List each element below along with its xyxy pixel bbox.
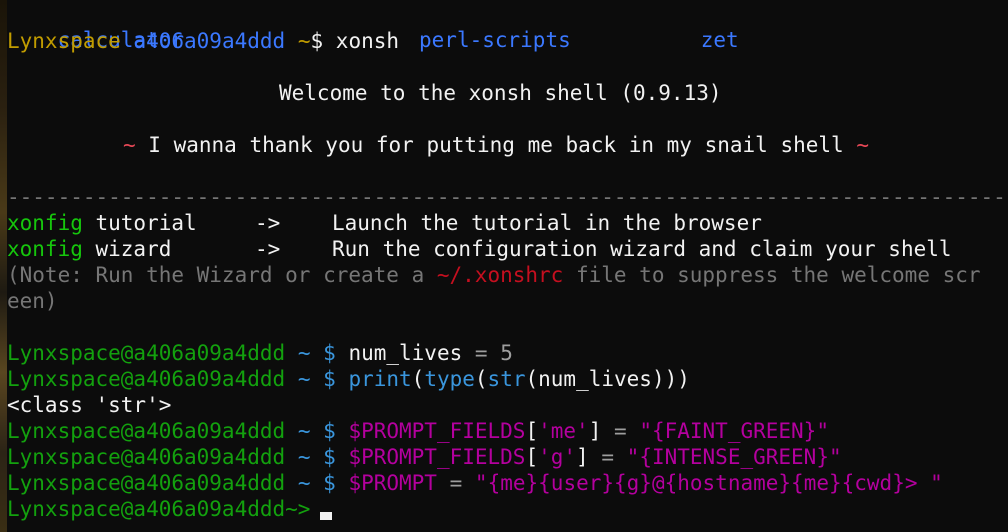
code-env-var: $PROMPT_FIELDS (348, 419, 526, 443)
prompt-tilde: ~ (297, 419, 311, 443)
code-string: > " (904, 471, 943, 495)
code-field: {me} (791, 471, 842, 495)
code-field: {me} (487, 471, 539, 495)
prompt-tilde: ~ (297, 29, 311, 53)
final-prompt: Lynxspace@a406a09a4ddd~> (7, 497, 311, 521)
prompt-user: Lynxspace (7, 29, 121, 53)
session-line: Lynxspace@a406a09a4ddd ~ $ $PROMPT_FIELD… (7, 445, 842, 469)
prompt-sign: $ (323, 419, 336, 443)
code-string: "{INTENSE_GREEN}" (626, 445, 842, 469)
tagline-tilde: ~ (123, 133, 136, 157)
help-command: xonfig (7, 211, 83, 235)
prompt-label: Lynxspace@a406a09a4ddd (7, 341, 286, 365)
prompt-tilde: ~ (297, 341, 311, 365)
code-field: {g} (614, 471, 652, 495)
command-output: <class 'str'> (7, 393, 172, 417)
code-builtin: print (348, 367, 412, 391)
code-env-var: $PROMPT_FIELDS (348, 445, 526, 469)
tagline-text: I wanna thank you for putting me back in… (135, 133, 857, 157)
code-field: {cwd} (841, 471, 905, 495)
welcome-tagline: ~ I wanna thank you for putting me back … (123, 132, 869, 158)
command-text: xonsh (335, 29, 400, 53)
note-wrap: een) (7, 289, 58, 313)
code-number: 5 (500, 341, 513, 365)
listing-item: zet (700, 28, 739, 52)
help-line-wizard: xonfig wizard -> Run the configuration wiz… (7, 236, 952, 262)
help-description: Run the configuration wizard and claim y… (332, 237, 952, 261)
prompt-host: a406a09a4ddd (133, 29, 286, 53)
code-string: "{FAINT_GREEN}" (639, 419, 829, 443)
tagline-tilde: ~ (856, 133, 869, 157)
prompt-sign: $ (310, 29, 324, 53)
prompt-tilde: ~ (297, 471, 311, 495)
note-line: (Note: Run the Wizard or create a ~/.xon… (7, 262, 981, 288)
note-filename: ~/.xonshrc (436, 263, 564, 287)
directory-listing: calculator perl-scripts zet (7, 1, 739, 52)
prompt-sign: $ (323, 445, 336, 469)
listing-item: perl-scripts (419, 28, 571, 52)
code-field: {hostname} (664, 471, 792, 495)
prompt-label: Lynxspace@a406a09a4ddd (7, 419, 286, 443)
session-line: Lynxspace@a406a09a4ddd ~ $ num_lives = 5 (7, 340, 513, 366)
session-line: Lynxspace@a406a09a4ddd ~ $ $PROMPT_FIELD… (7, 419, 829, 443)
code-builtin: type (424, 367, 475, 391)
note-text: file to suppress the welcome scr (563, 263, 981, 287)
terminal-window[interactable]: calculator perl-scripts zet Lynxspace a406… (7, 0, 1008, 532)
code-builtin: str (487, 367, 526, 391)
active-prompt-line[interactable]: Lynxspace@a406a09a4ddd~> (7, 496, 333, 522)
help-command: xonfig (7, 237, 83, 261)
session-line: Lynxspace@a406a09a4ddd ~ $ print(type(st… (7, 367, 690, 391)
prompt-label: Lynxspace@a406a09a4ddd (7, 445, 286, 469)
prompt-tilde: ~ (297, 445, 311, 469)
prompt-sign: $ (323, 471, 336, 495)
help-arrow: -> (255, 237, 281, 261)
code-string: 'g' (538, 445, 577, 469)
session-line: Lynxspace@a406a09a4ddd ~ $ $PROMPT = "{m… (7, 471, 943, 495)
code-operator: = (474, 341, 488, 365)
help-arg: tutorial (82, 211, 197, 235)
code-at: @ (651, 471, 665, 495)
window-edge-decoration (0, 0, 7, 532)
code-variable: num_lives (538, 367, 652, 391)
prompt-label: Lynxspace@a406a09a4ddd (7, 367, 286, 391)
help-description: Launch the tutorial in the browser (332, 211, 762, 235)
prompt-line: Lynxspace a406a09a4ddd ~$ xonsh (7, 28, 399, 54)
note-text: (Note: Run the Wizard or create a (7, 263, 437, 287)
welcome-title: Welcome to the xonsh shell (0.9.13) (279, 81, 722, 105)
help-arg: wizard (82, 237, 172, 261)
text-cursor (320, 512, 333, 520)
prompt-tilde: ~ (297, 367, 311, 391)
prompt-label: Lynxspace@a406a09a4ddd (7, 471, 286, 495)
help-line-tutorial: xonfig tutorial -> Launch the tutorial in … (7, 210, 762, 236)
prompt-sign: $ (323, 367, 336, 391)
code-env-var: $PROMPT (348, 471, 437, 495)
code-variable: num_lives (348, 341, 463, 365)
prompt-sign: $ (323, 341, 336, 365)
code-field: {user} (538, 471, 615, 495)
code-string: 'me' (538, 419, 589, 443)
separator-line: ----------------------------------------… (7, 185, 1006, 209)
help-arrow: -> (255, 211, 281, 235)
